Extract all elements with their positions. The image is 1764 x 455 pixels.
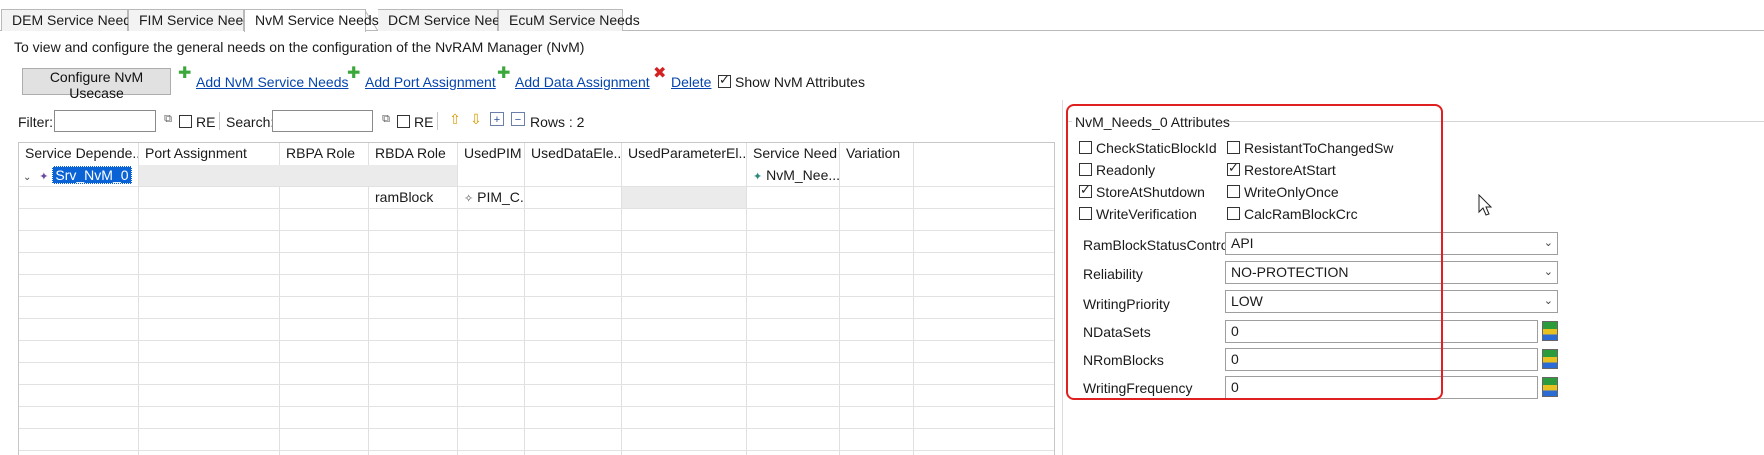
service-need-value: NvM_Nee...: [766, 167, 839, 183]
tab-label: NvM Service Needs: [255, 12, 379, 28]
row-count: Rows : 2: [530, 114, 585, 130]
plus-icon: ✚: [178, 65, 192, 82]
table-row[interactable]: ramBlock ✧ PIM_C...: [19, 187, 1054, 209]
collapse-all-icon[interactable]: −: [511, 112, 525, 126]
tab-nvm-service-needs[interactable]: NvM Service Needs: [244, 9, 379, 32]
plus-icon: ✚: [347, 65, 361, 82]
column-header[interactable]: RBDA Role: [369, 143, 458, 165]
page-description: To view and configure the general needs …: [14, 39, 585, 55]
rbda-role-cell[interactable]: ramBlock: [369, 187, 457, 208]
delete-link[interactable]: Delete: [671, 74, 711, 90]
service-need-cell[interactable]: ✦ NvM_Nee...: [747, 165, 839, 186]
table-row: [19, 341, 1054, 363]
table-row: [19, 429, 1054, 451]
chevron-down-icon: ⌄: [1543, 295, 1553, 307]
move-down-icon[interactable]: ⇩: [469, 112, 483, 126]
tab-label: DEM Service Needs: [12, 12, 139, 28]
table-row: [19, 363, 1054, 385]
pim-icon: ✧: [464, 193, 474, 205]
tab-label: EcuM Service Needs: [509, 12, 640, 28]
panel-separator: [1062, 100, 1063, 455]
column-header[interactable]: RBPA Role: [280, 143, 369, 165]
mouse-cursor-icon: [1478, 194, 1493, 216]
add-port-assignment-link[interactable]: Add Port Assignment: [365, 74, 496, 90]
search-re-checkbox[interactable]: [397, 115, 410, 128]
show-nvm-attributes-label: Show NvM Attributes: [735, 74, 865, 90]
highlight-frame: [1066, 104, 1443, 400]
filter-re-label: RE: [196, 114, 216, 130]
filter-options-icon[interactable]: ⧉: [161, 112, 175, 126]
search-input[interactable]: [272, 110, 373, 132]
table-row: [19, 209, 1054, 231]
search-re-label: RE: [414, 114, 434, 130]
service-dependency-name: Srv_NvM_0: [52, 166, 132, 184]
calculator-icon[interactable]: [1542, 349, 1558, 369]
toolbar-divider: [219, 112, 220, 130]
filter-label: Filter:: [18, 114, 53, 130]
column-header[interactable]: Variation: [840, 143, 914, 165]
table-row: [19, 407, 1054, 429]
empty-cell: [622, 187, 746, 208]
empty-cell: [139, 165, 457, 186]
tab-dem-service-needs[interactable]: DEM Service Needs: [1, 9, 138, 31]
chevron-down-icon: ⌄: [1543, 266, 1553, 278]
toolbar-divider: [437, 112, 438, 130]
column-header[interactable]: UsedDataEle...: [525, 143, 622, 165]
configure-nvm-usecase-button[interactable]: Configure NvM Usecase: [22, 68, 171, 101]
tab-ecum-service-needs[interactable]: EcuM Service Needs: [498, 9, 640, 31]
plus-icon: ✚: [497, 65, 511, 82]
move-up-icon[interactable]: ⇧: [448, 112, 462, 126]
table-row: [19, 385, 1054, 407]
add-data-assignment-link[interactable]: Add Data Assignment: [515, 74, 650, 90]
table-row: [19, 253, 1054, 275]
show-nvm-attributes-checkbox[interactable]: [718, 72, 731, 88]
table-row[interactable]: ⌄ ✦ Srv_NvM_0 ✦ NvM_Nee...: [19, 165, 1054, 187]
tab-bar: DEM Service Needs FIM Service Needs NvM …: [0, 9, 1764, 32]
collapse-chevron-icon[interactable]: ⌄: [23, 172, 31, 183]
table-row: [19, 231, 1054, 253]
table-row: [19, 275, 1054, 297]
used-pim-cell[interactable]: ✧ PIM_C...: [458, 187, 524, 208]
column-header[interactable]: Service Depende...: [19, 143, 139, 165]
filter-re-checkbox[interactable]: [179, 115, 192, 128]
column-header[interactable]: UsedPIM: [458, 143, 525, 165]
chevron-down-icon: ⌄: [1543, 237, 1553, 249]
search-label: Search:: [226, 114, 275, 130]
column-header[interactable]: Service Need: [747, 143, 840, 165]
filter-input[interactable]: [54, 110, 156, 132]
delete-icon: ✖: [653, 65, 667, 82]
expand-all-icon[interactable]: +: [490, 112, 504, 126]
service-dependency-cell[interactable]: ⌄ ✦ Srv_NvM_0: [19, 165, 138, 186]
table-row: [19, 319, 1054, 341]
column-header[interactable]: UsedParameterEl...: [622, 143, 747, 165]
calculator-icon[interactable]: [1542, 377, 1558, 397]
service-dependency-icon: ✦: [39, 171, 49, 183]
tab-fim-service-needs[interactable]: FIM Service Needs: [128, 9, 258, 31]
tab-dcm-service-needs[interactable]: DCM Service Needs: [378, 9, 515, 31]
column-header[interactable]: Port Assignment: [139, 143, 280, 165]
search-options-icon[interactable]: ⧉: [379, 112, 393, 126]
service-need-icon: ✦: [753, 171, 763, 183]
table-row: [19, 297, 1054, 319]
tab-label: FIM Service Needs: [139, 12, 259, 28]
used-pim-value: PIM_C...: [477, 189, 524, 205]
add-nvm-service-needs-link[interactable]: Add NvM Service Needs: [196, 74, 349, 90]
calculator-icon[interactable]: [1542, 321, 1558, 341]
tab-label: DCM Service Needs: [388, 12, 515, 28]
service-needs-table: Service Depende... Port Assignment RBPA …: [18, 142, 1055, 455]
